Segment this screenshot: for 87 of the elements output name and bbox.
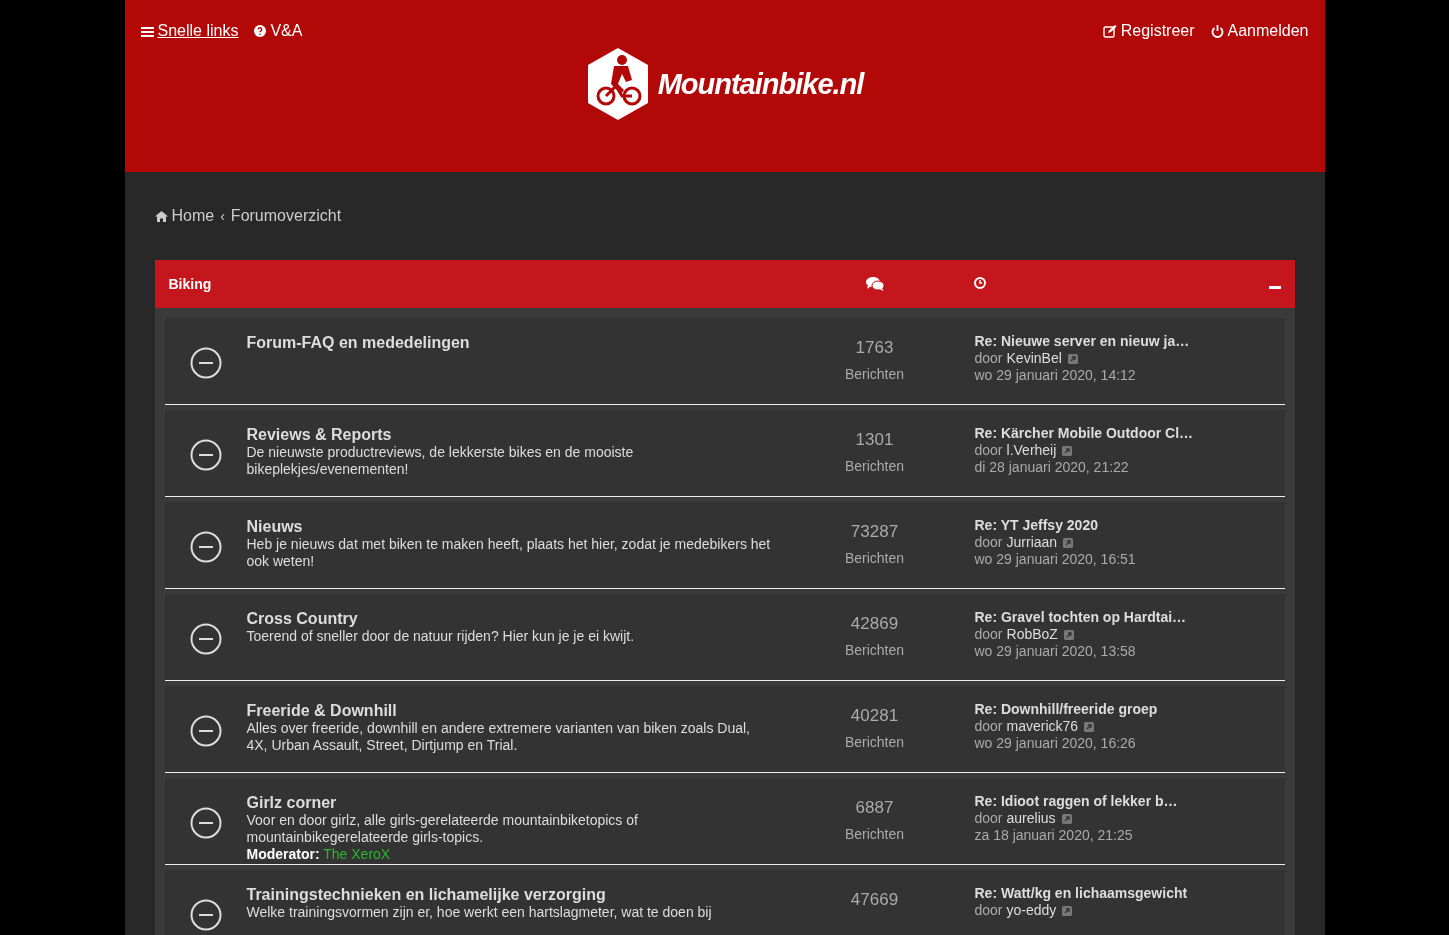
post-date: wo 29 januari 2020, 16:26 — [974, 735, 1137, 752]
go-to-post-icon[interactable] — [1062, 905, 1073, 916]
last-post-link[interactable]: Re: Kärcher Mobile Outdoor Cl… — [974, 425, 1194, 442]
posts-label: Berichten — [843, 366, 906, 382]
post-count: 1763 — [854, 338, 895, 358]
author-link[interactable]: maverick76 — [1006, 718, 1079, 735]
by-label: door — [974, 626, 1003, 643]
post-date: wo 29 januari 2020, 13:58 — [974, 643, 1137, 660]
post-count: 1301 — [854, 430, 895, 450]
forum-title-link[interactable]: Forum-FAQ en mededelingen — [246, 334, 470, 352]
moderator-link[interactable]: The XeroX — [323, 846, 391, 862]
author-link[interactable]: KevinBel — [1006, 350, 1062, 367]
by-label: door — [974, 718, 1003, 735]
go-to-post-icon[interactable] — [1063, 537, 1074, 548]
posts-label: Berichten — [843, 642, 906, 658]
breadcrumb-separator: ‹ — [220, 208, 225, 224]
post-date: di 28 januari 2020, 21:22 — [974, 459, 1130, 476]
site-logo-text[interactable]: Mountainbike.nl — [657, 67, 864, 101]
by-label: door — [974, 902, 1003, 919]
faq-link[interactable]: V&A — [254, 22, 303, 40]
clock-icon — [973, 277, 986, 289]
by-label: door — [974, 534, 1003, 551]
author-link[interactable]: aurelius — [1006, 810, 1056, 827]
by-label: door — [974, 442, 1003, 459]
go-to-post-icon[interactable] — [1061, 813, 1072, 824]
forum-title-link[interactable]: Cross Country — [246, 610, 358, 628]
last-post-link[interactable]: Re: Idioot raggen of lekker b… — [974, 793, 1178, 810]
menu-icon — [140, 25, 154, 37]
forum-description: Heb je nieuws dat met biken te maken heeft, plaats het hier, zodat je medebikers het ook weten! — [246, 536, 772, 570]
post-count: 47669 — [849, 890, 900, 910]
author-link[interactable]: Jurriaan — [1006, 534, 1058, 551]
breadcrumb-link[interactable]: Forumoverzicht — [230, 207, 342, 225]
post-count: 6887 — [854, 798, 895, 818]
forum-description: De nieuwste productreviews, de lekkerste bikes en de mooiste bikeplekjes/evenementen! — [246, 444, 635, 478]
post-count: 40281 — [849, 706, 900, 726]
help-icon — [254, 25, 267, 37]
posts-label: Berichten — [843, 550, 906, 566]
author-link[interactable]: l.Verheij — [1006, 442, 1057, 459]
go-to-post-icon[interactable] — [1062, 445, 1073, 456]
home-link[interactable]: Home — [154, 207, 215, 225]
login-link[interactable]: Aanmelden — [1210, 22, 1309, 40]
last-post-link[interactable]: Re: Downhill/freeride groep — [974, 701, 1158, 718]
speech-bubbles-icon — [865, 277, 884, 291]
forum-status-icon — [189, 347, 222, 379]
post-date: wo 29 januari 2020, 14:12 — [974, 367, 1137, 384]
post-date: za 18 januari 2020, 21:25 — [974, 827, 1134, 844]
forum-title-link[interactable]: Freeride & Downhill — [246, 702, 397, 720]
last-post-link[interactable]: Re: Watt/kg en lichaamsgewicht — [974, 885, 1188, 902]
cyclist-logo-icon — [585, 48, 650, 120]
collapse-icon[interactable] — [1268, 286, 1281, 289]
posts-label: Berichten — [843, 826, 906, 842]
by-label: door — [974, 350, 1003, 367]
go-to-post-icon[interactable] — [1063, 629, 1074, 640]
forum-title-link[interactable]: Nieuws — [246, 518, 303, 536]
quick-links-link[interactable]: Snelle links — [140, 22, 239, 40]
forum-title-link[interactable]: Trainingstechnieken en lichamelijke verzorging — [246, 886, 606, 904]
last-post-link[interactable]: Re: YT Jeffsy 2020 — [974, 517, 1098, 534]
forum-status-icon — [189, 715, 222, 747]
post-count: 42869 — [849, 614, 900, 634]
power-icon — [1210, 24, 1224, 38]
last-post-link[interactable]: Re: Gravel tochten op Hardtai… — [974, 609, 1187, 626]
forum-description: Toerend of sneller door de natuur rijden? Hier kun je je ei kwijt. — [246, 628, 636, 645]
author-link[interactable]: RobBoZ — [1006, 626, 1058, 643]
home-icon — [154, 210, 168, 222]
go-to-post-icon[interactable] — [1084, 721, 1095, 732]
forum-title-link[interactable]: Girlz corner — [246, 794, 337, 812]
forum-status-icon — [189, 807, 222, 839]
last-post-link[interactable]: Re: Nieuwe server en nieuw ja… — [974, 333, 1190, 350]
forum-description: Alles over freeride, downhill en andere extremere varianten van biken zoals Dual, 4X, Urban Assault, Street, Dirtjump en Trial. — [246, 720, 751, 754]
forum-status-icon — [189, 439, 222, 471]
post-count: 73287 — [849, 522, 900, 542]
go-to-post-icon[interactable] — [1067, 353, 1078, 364]
post-date: wo 29 januari 2020, 16:51 — [974, 551, 1136, 568]
forum-title-link[interactable]: Reviews & Reports — [246, 426, 392, 444]
by-label: door — [974, 810, 1003, 827]
category-title[interactable]: Biking — [168, 276, 776, 292]
forum-description: Welke trainingsvormen zijn er, hoe werkt een hartslagmeter, wat te doen bij — [246, 904, 713, 921]
edit-icon — [1102, 24, 1117, 38]
posts-label: Berichten — [843, 734, 906, 750]
forum-description: Voor en door girlz, alle girls-gerelateerde mountainbiketopics of mountainbikegerelateerde girls-topics. — [246, 812, 639, 846]
author-link[interactable]: yo-eddy — [1006, 902, 1057, 919]
register-link[interactable]: Registreer — [1102, 22, 1195, 40]
forum-status-icon — [189, 623, 222, 655]
posts-label: Berichten — [843, 458, 906, 474]
forum-status-icon — [189, 899, 222, 931]
moderator-label: Moderator: — [246, 846, 320, 862]
forum-status-icon — [189, 531, 222, 563]
